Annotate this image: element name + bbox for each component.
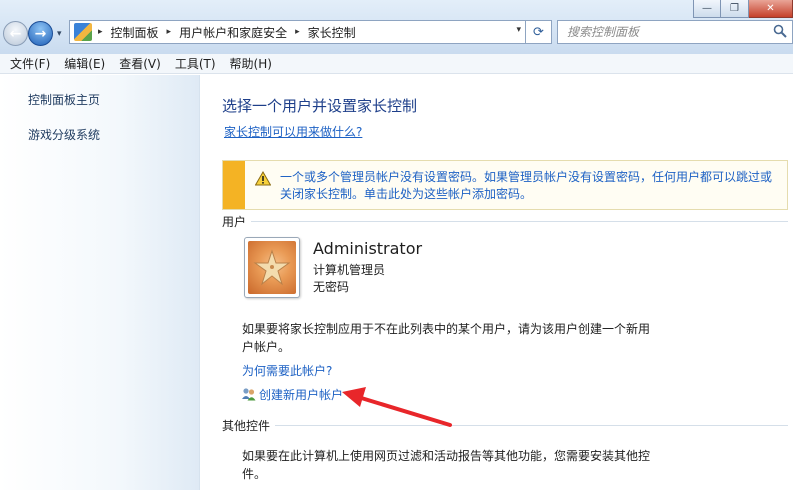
back-arrow-icon: ← [9, 25, 22, 42]
warning-icon [255, 171, 271, 186]
menu-bar: 文件(F) 编辑(E) 查看(V) 工具(T) 帮助(H) [0, 54, 793, 74]
control-panel-icon [74, 23, 92, 41]
window-controls: — ❐ ✕ [693, 0, 793, 18]
forward-button[interactable]: → [28, 21, 53, 46]
account-role: 计算机管理员 [313, 263, 386, 277]
warning-stripe [223, 161, 245, 209]
starfish-icon [248, 241, 296, 294]
other-controls-heading: 其他控件 [222, 419, 271, 433]
menu-view[interactable]: 查看(V) [112, 55, 168, 72]
page-title: 选择一个用户并设置家长控制 [222, 97, 418, 115]
breadcrumb-control-panel[interactable]: 控制面板 [105, 24, 165, 41]
address-toolbar: — ❐ ✕ ← → ▾ ▸ 控制面板 ▸ 用户帐户和家庭安全 ▸ 家长控制 ▾ … [0, 0, 793, 54]
menu-tools[interactable]: 工具(T) [168, 55, 223, 72]
sidebar: 控制面板主页 游戏分级系统 [0, 75, 200, 490]
close-button[interactable]: ✕ [749, 0, 793, 18]
main-content: 选择一个用户并设置家长控制 家长控制可以用来做什么? 一个或多个管理员帐户没有设… [201, 75, 793, 490]
minimize-button[interactable]: — [693, 0, 721, 18]
account-name[interactable]: Administrator [313, 239, 422, 258]
help-link[interactable]: 家长控制可以用来做什么? [224, 123, 362, 140]
create-account-note: 如果要将家长控制应用于不在此列表中的某个用户，请为该用户创建一个新用户帐户。 [242, 322, 651, 354]
address-dropdown-icon[interactable]: ▾ [516, 25, 521, 35]
menu-file[interactable]: 文件(F) [3, 55, 57, 72]
address-path-box[interactable]: ▸ 控制面板 ▸ 用户帐户和家庭安全 ▸ 家长控制 ▾ [69, 20, 526, 44]
users-section-divider [251, 221, 788, 222]
menu-help[interactable]: 帮助(H) [223, 55, 279, 72]
other-controls-note: 如果要在此计算机上使用网页过滤和活动报告等其他功能，您需要安装其他控件。 [242, 449, 651, 481]
breadcrumb-parental-controls[interactable]: 家长控制 [302, 24, 362, 41]
menu-edit[interactable]: 编辑(E) [57, 55, 112, 72]
create-user-account-link[interactable]: 创建新用户帐户 [259, 386, 343, 403]
users-section-heading: 用户 [222, 215, 247, 229]
refresh-icon: ⟳ [533, 24, 544, 40]
warning-message-link[interactable]: 一个或多个管理员帐户没有设置密码。如果管理员帐户没有设置密码，任何用户都可以跳过… [280, 169, 780, 203]
refresh-button[interactable]: ⟳ [526, 20, 552, 44]
create-account-row[interactable]: 创建新用户帐户 [241, 386, 343, 403]
annotation-arrow-icon [342, 387, 452, 427]
account-tile[interactable] [244, 237, 300, 298]
forward-arrow-icon: → [34, 25, 47, 42]
maximize-button[interactable]: ❐ [721, 0, 749, 18]
back-button[interactable]: ← [3, 21, 28, 46]
breadcrumb-user-accounts[interactable]: 用户帐户和家庭安全 [173, 24, 293, 41]
breadcrumb-separator-icon[interactable]: ▸ [293, 27, 302, 37]
recent-pages-dropdown[interactable]: ▾ [57, 29, 62, 39]
breadcrumb-separator-icon[interactable]: ▸ [165, 27, 174, 37]
account-password-status: 无密码 [313, 280, 350, 294]
users-icon [242, 388, 256, 401]
breadcrumb-separator-icon[interactable]: ▸ [96, 27, 105, 37]
search-icon[interactable] [773, 24, 787, 38]
password-warning-banner[interactable]: 一个或多个管理员帐户没有设置密码。如果管理员帐户没有设置密码，任何用户都可以跳过… [222, 160, 788, 210]
sidebar-link-game-ratings[interactable]: 游戏分级系统 [28, 126, 100, 143]
why-account-link[interactable]: 为何需要此帐户? [242, 362, 332, 379]
search-input[interactable] [567, 25, 767, 39]
sidebar-link-control-panel-home[interactable]: 控制面板主页 [28, 91, 100, 108]
search-box[interactable] [557, 20, 793, 44]
